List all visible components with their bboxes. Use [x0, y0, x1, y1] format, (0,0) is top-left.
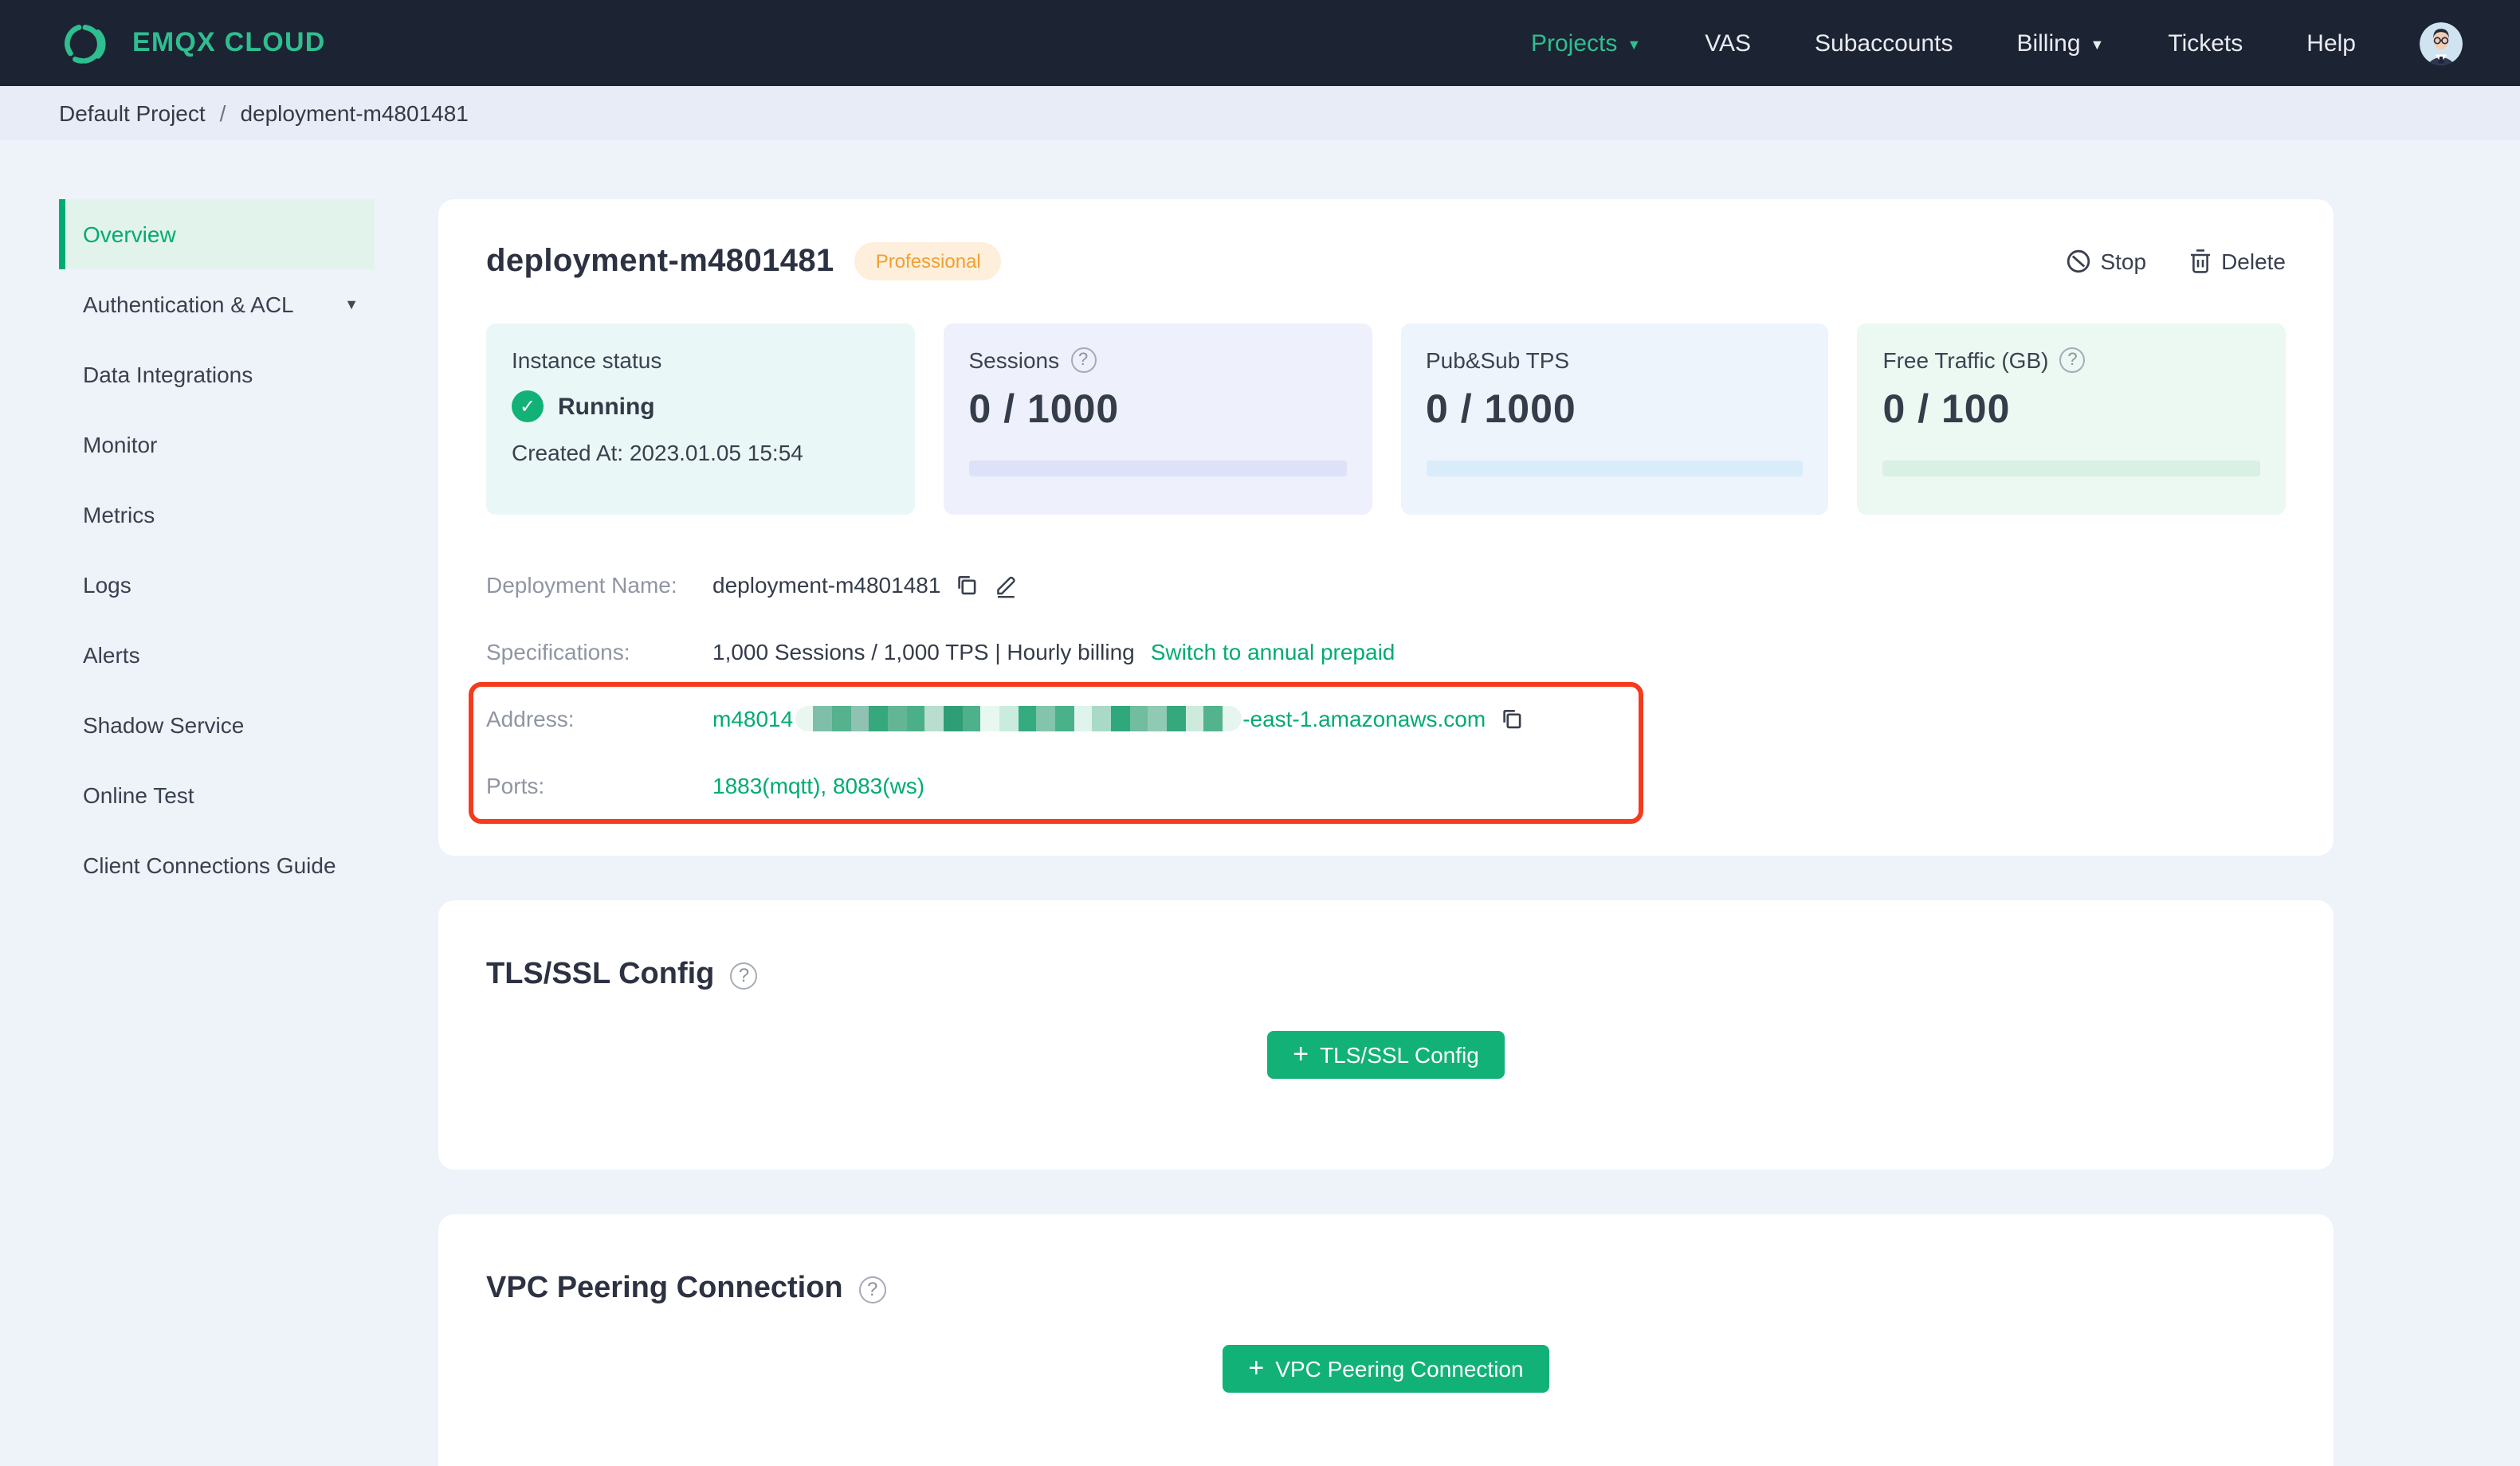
instance-status-card: Instance status ✓ Running Created At: 20… — [486, 323, 915, 515]
add-vpc-peering-button[interactable]: + VPC Peering Connection — [1223, 1345, 1549, 1393]
address-redacted — [795, 706, 1242, 731]
copy-icon[interactable] — [1500, 706, 1524, 731]
deployment-name-label: Deployment Name: — [486, 572, 677, 598]
deployment-overview-card: deployment-m4801481 Professional Stop De… — [438, 199, 2334, 856]
sidebar-item-alerts[interactable]: Alerts — [59, 620, 375, 690]
sidebar-item-shadow-service[interactable]: Shadow Service — [59, 690, 375, 760]
emqx-cloud-app: EMQX CLOUD Projects ▼ VAS Subaccounts Bi… — [0, 0, 2520, 1466]
sidebar-item-data-integrations[interactable]: Data Integrations — [59, 339, 375, 410]
sessions-progress-bar — [968, 461, 1346, 476]
nav-item-billing[interactable]: Billing ▼ — [2016, 29, 2104, 57]
address-row: Address: m48014 -east-1.amazonaws.com — [486, 685, 2286, 752]
plus-icon: + — [1293, 1038, 1309, 1068]
free-traffic-value: 0 / 100 — [1882, 387, 2011, 432]
ports-label: Ports: — [486, 773, 545, 798]
free-traffic-label: Free Traffic (GB) — [1882, 347, 2049, 373]
ports-row: Ports: 1883(mqtt), 8083(ws) — [486, 752, 2286, 819]
sidebar-item-metrics[interactable]: Metrics — [59, 480, 375, 550]
sidebar: Overview Authentication & ACL ▼ Data Int… — [0, 140, 406, 900]
nav-item-vas[interactable]: VAS — [1705, 29, 1751, 57]
free-traffic-card: Free Traffic (GB) ? 0 / 100 — [1857, 323, 2286, 515]
copy-icon[interactable] — [955, 572, 979, 598]
breadcrumb: Default Project / deployment-m4801481 — [0, 86, 2520, 140]
nav-item-subaccounts[interactable]: Subaccounts — [1815, 29, 1953, 57]
add-tls-ssl-config-button[interactable]: + TLS/SSL Config — [1267, 1031, 1505, 1079]
specifications-row: Specifications: 1,000 Sessions / 1,000 T… — [486, 618, 2286, 685]
help-icon[interactable]: ? — [2059, 347, 2086, 373]
specifications-value: 1,000 Sessions / 1,000 TPS | Hourly bill… — [712, 639, 1135, 664]
address-suffix: -east-1.amazonaws.com — [1242, 706, 1486, 731]
stats-row: Instance status ✓ Running Created At: 20… — [486, 323, 2286, 515]
plan-badge: Professional — [854, 242, 1002, 280]
tls-ssl-card: TLS/SSL Config ? + TLS/SSL Config — [438, 900, 2334, 1170]
help-icon[interactable]: ? — [1070, 347, 1097, 373]
top-navbar: EMQX CLOUD Projects ▼ VAS Subaccounts Bi… — [0, 0, 2520, 86]
chevron-down-icon: ▼ — [2090, 36, 2105, 52]
pubsub-tps-value: 0 / 1000 — [1426, 387, 1576, 432]
user-avatar[interactable] — [2420, 22, 2463, 65]
deployment-title: deployment-m4801481 — [486, 243, 834, 278]
deployment-details: Deployment Name: deployment-m4801481 Spe… — [469, 551, 2286, 824]
vpc-peering-title: VPC Peering Connection — [486, 1272, 843, 1305]
brand-name: EMQX CLOUD — [132, 27, 326, 57]
deployment-name-row: Deployment Name: deployment-m4801481 — [486, 551, 2286, 618]
check-circle-icon: ✓ — [512, 390, 544, 422]
chevron-down-icon: ▼ — [1627, 36, 1642, 52]
help-icon[interactable]: ? — [730, 962, 758, 989]
instance-status-value: Running — [558, 393, 655, 420]
pubsub-tps-progress-bar — [1426, 461, 1804, 476]
deployment-name-value: deployment-m4801481 — [712, 572, 941, 598]
pubsub-tps-label: Pub&Sub TPS — [1426, 347, 1570, 373]
specifications-label: Specifications: — [486, 639, 630, 664]
nav-item-projects[interactable]: Projects ▼ — [1531, 29, 1641, 57]
created-at: Created At: 2023.01.05 15:54 — [512, 440, 803, 465]
sessions-value: 0 / 1000 — [968, 387, 1120, 432]
instance-status-label: Instance status — [512, 347, 662, 373]
ports-value: 1883(mqtt), 8083(ws) — [712, 773, 925, 798]
address-label: Address: — [486, 706, 575, 731]
delete-button[interactable]: Delete — [2188, 249, 2286, 274]
nav-item-tickets[interactable]: Tickets — [2168, 29, 2243, 57]
emqx-logo-icon — [57, 22, 115, 65]
trash-icon — [2188, 249, 2212, 274]
breadcrumb-separator: / — [219, 100, 226, 126]
sidebar-item-monitor[interactable]: Monitor — [59, 410, 375, 480]
help-icon[interactable]: ? — [858, 1276, 886, 1303]
sidebar-item-logs[interactable]: Logs — [59, 550, 375, 620]
pubsub-tps-card: Pub&Sub TPS 0 / 1000 — [1400, 323, 1829, 515]
navbar-menu: Projects ▼ VAS Subaccounts Billing ▼ Tic… — [1531, 22, 2463, 65]
vpc-peering-card: VPC Peering Connection ? + VPC Peering C… — [438, 1214, 2334, 1466]
stop-button[interactable]: Stop — [2065, 249, 2146, 274]
plus-icon: + — [1248, 1352, 1265, 1382]
brand-logo[interactable]: EMQX CLOUD — [57, 22, 325, 65]
sidebar-item-client-connections-guide[interactable]: Client Connections Guide — [59, 830, 375, 900]
sessions-card: Sessions ? 0 / 1000 — [943, 323, 1372, 515]
sessions-label: Sessions — [968, 347, 1060, 373]
stop-icon — [2065, 249, 2090, 274]
free-traffic-progress-bar — [1882, 461, 2260, 476]
sidebar-item-authentication-acl[interactable]: Authentication & ACL ▼ — [59, 269, 375, 339]
breadcrumb-project[interactable]: Default Project — [59, 100, 206, 126]
breadcrumb-current: deployment-m4801481 — [240, 100, 469, 126]
sidebar-item-online-test[interactable]: Online Test — [59, 760, 375, 830]
edit-icon[interactable] — [993, 571, 1019, 598]
sidebar-item-overview[interactable]: Overview — [59, 199, 375, 269]
tls-ssl-title: TLS/SSL Config — [486, 958, 715, 991]
chevron-down-icon: ▼ — [344, 296, 359, 312]
nav-item-help[interactable]: Help — [2306, 29, 2356, 57]
switch-annual-prepaid-link[interactable]: Switch to annual prepaid — [1151, 639, 1395, 664]
address-prefix: m48014 — [712, 706, 794, 731]
main-content: deployment-m4801481 Professional Stop De… — [438, 199, 2334, 1466]
